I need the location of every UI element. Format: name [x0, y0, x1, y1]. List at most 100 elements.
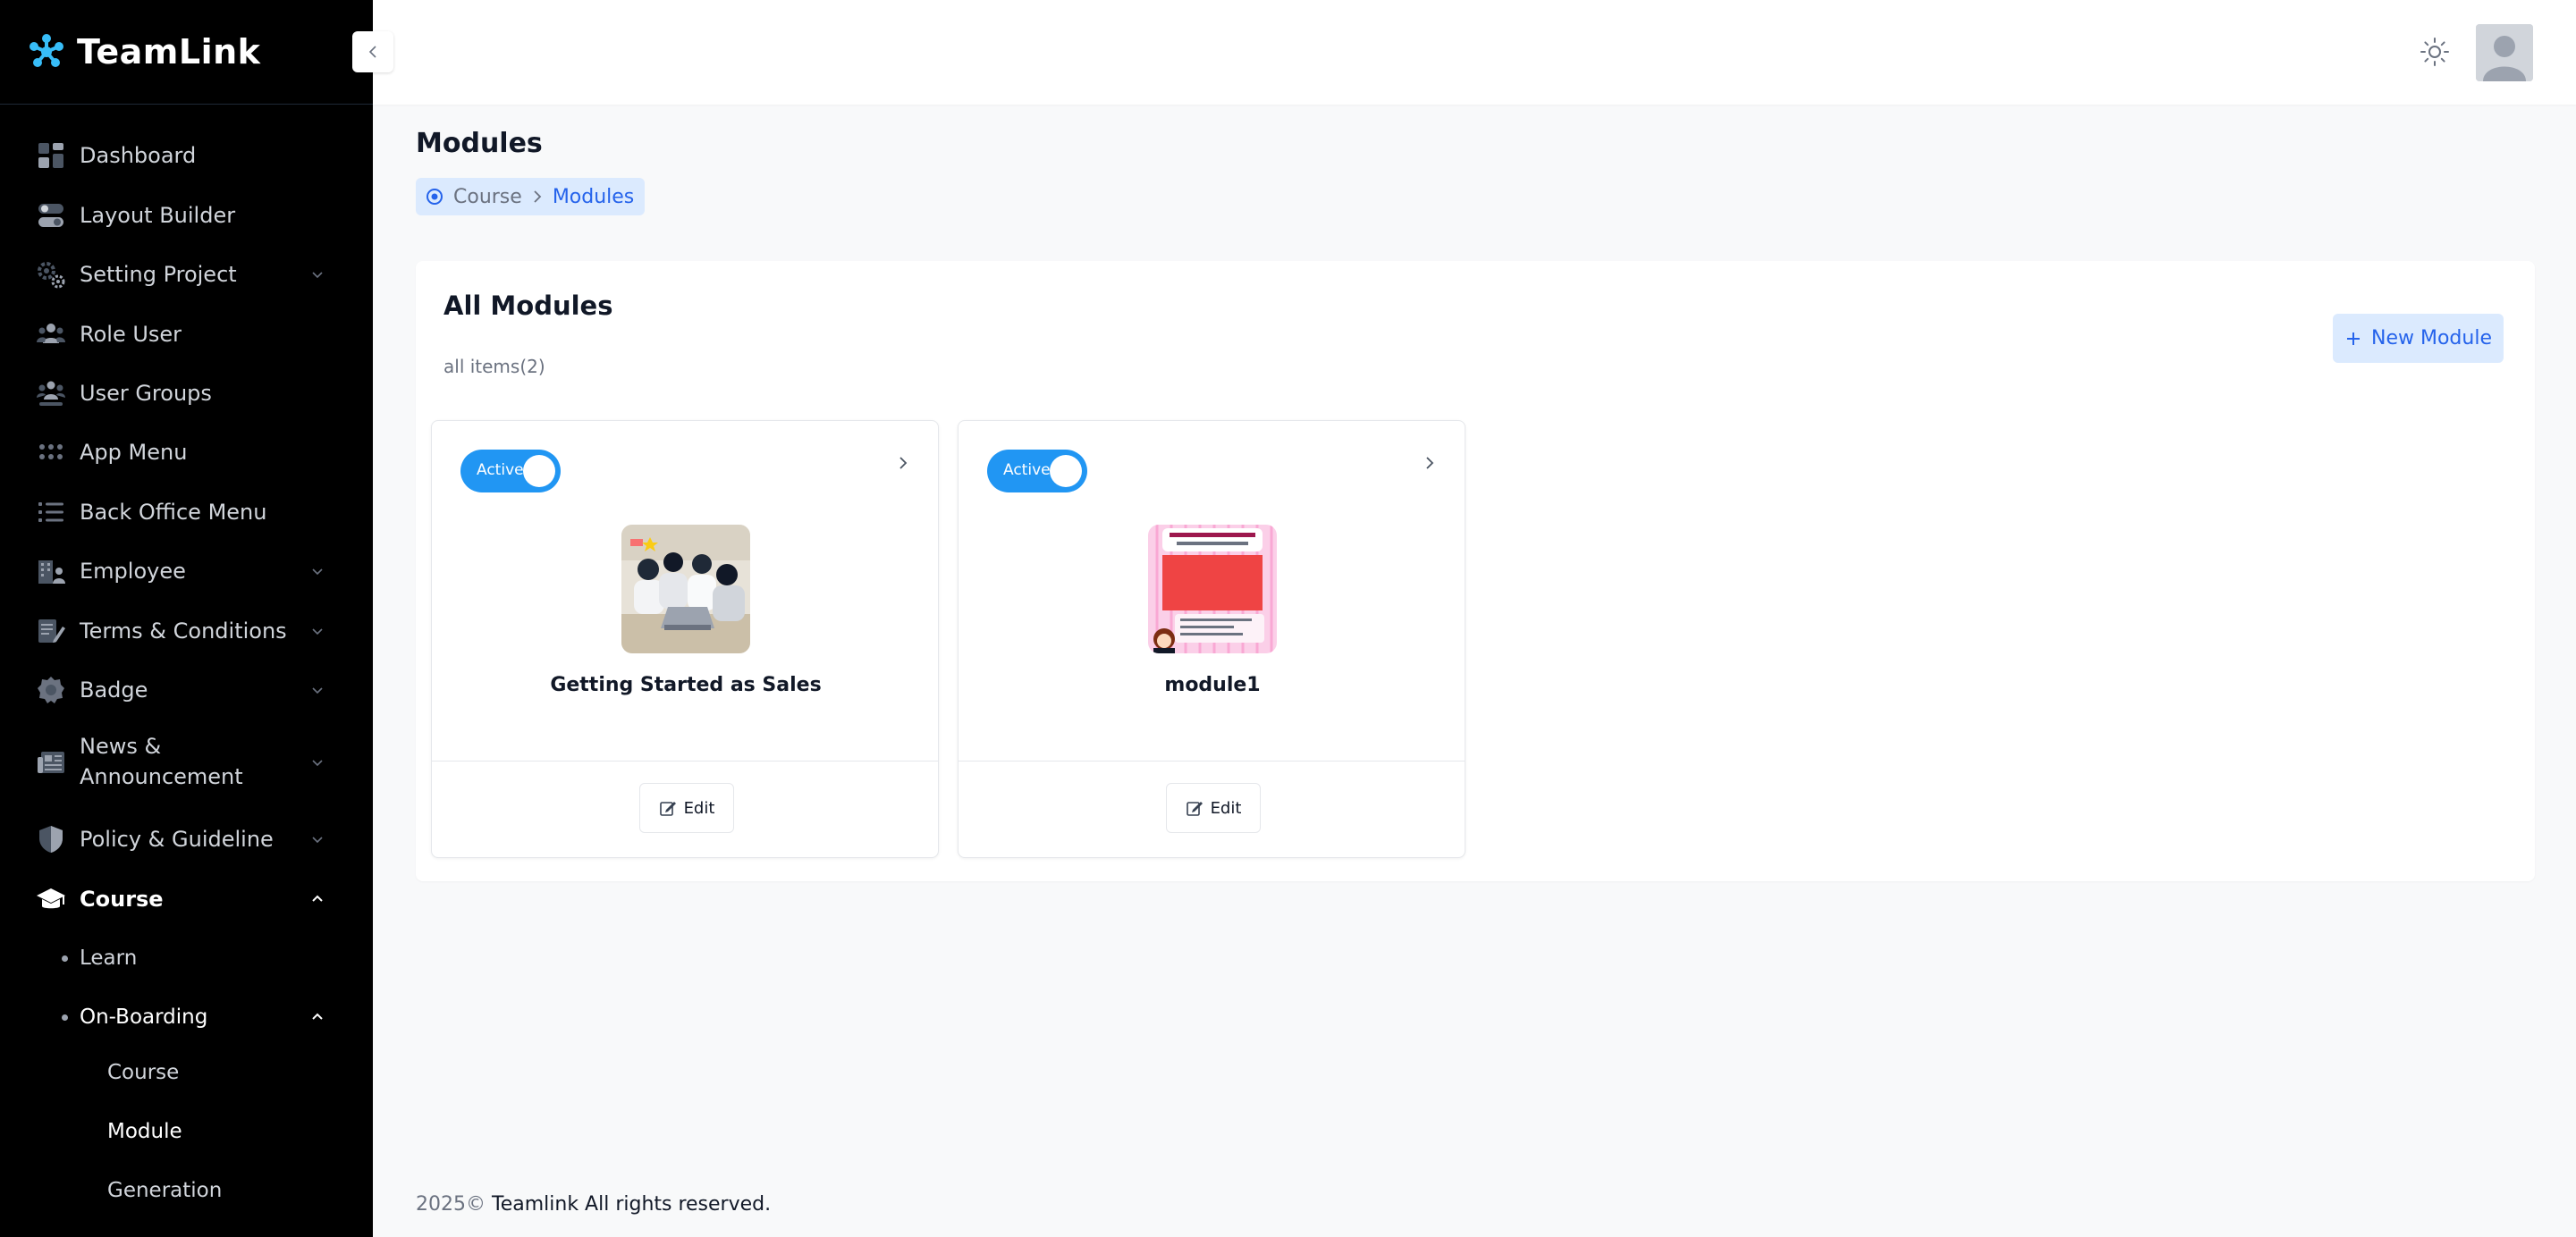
panel-title: All Modules	[443, 290, 613, 321]
sidebar-subsubitem-module[interactable]: Module	[0, 1105, 373, 1158]
sidebar-item-label: User Groups	[80, 381, 212, 406]
sidebar-item-news-announcement[interactable]: News & Announcement	[0, 722, 373, 803]
sidebar-item-label: Back Office Menu	[80, 500, 267, 525]
sidebar-item-label-line2: Announcement	[80, 764, 243, 789]
edit-button[interactable]: Edit	[1166, 783, 1261, 833]
module-card[interactable]: Active module1 Edit	[958, 420, 1465, 858]
team-photo-image	[621, 525, 750, 653]
edit-icon	[1186, 802, 1203, 816]
sidebar-item-label: Dashboard	[80, 143, 197, 168]
sidebar-item-label: App Menu	[80, 440, 188, 465]
module-title: module1	[1164, 674, 1261, 696]
breadcrumb-parent[interactable]: Course	[453, 186, 522, 208]
chevron-right-icon[interactable]	[894, 454, 912, 472]
page-title: Modules	[416, 128, 543, 159]
module-thumbnail	[621, 525, 750, 653]
chevron-down-icon	[312, 628, 323, 635]
bullet-dot	[62, 955, 68, 962]
sidebar-item-policy-guideline[interactable]: Policy & Guideline	[0, 812, 373, 866]
list-icon	[38, 502, 63, 522]
poster-image	[1148, 525, 1277, 653]
chevron-up-icon	[312, 895, 323, 902]
sidebar-item-label: News &	[80, 734, 162, 759]
toggle-knob	[1050, 455, 1082, 487]
toggle-icon	[38, 204, 63, 227]
status-toggle[interactable]: Active	[987, 450, 1087, 492]
top-header	[373, 0, 2576, 105]
grid-icon	[39, 444, 63, 459]
chevron-down-icon	[312, 687, 323, 694]
collapse-sidebar-button[interactable]	[352, 31, 393, 72]
status-toggle[interactable]: Active	[460, 450, 561, 492]
sidebar-subsubitem-course[interactable]: Course	[0, 1046, 373, 1099]
plus-icon	[2347, 332, 2360, 345]
users-icon	[37, 324, 65, 343]
footer-company: Teamlink All rights reserved.	[492, 1193, 772, 1216]
chevron-down-icon	[312, 272, 323, 279]
sidebar-subsubitem-generation[interactable]: Generation	[0, 1164, 373, 1217]
sidebar-subitem-label: Learn	[80, 947, 138, 970]
chevron-up-icon	[312, 1013, 323, 1020]
building-icon	[38, 560, 65, 584]
user-avatar[interactable]	[2476, 24, 2533, 81]
edit-label: Edit	[683, 798, 715, 818]
breadcrumb: Course Modules	[416, 178, 646, 215]
sidebar-item-user-groups[interactable]: User Groups	[0, 366, 373, 420]
sidebar-item-course[interactable]: Course	[0, 872, 373, 926]
module-thumbnail	[1148, 525, 1277, 653]
footer: 2025© Teamlink All rights reserved.	[416, 1193, 771, 1216]
bullet-dot	[62, 1014, 68, 1021]
sidebar: TeamLink Dashboard Layout Builder Settin…	[0, 0, 373, 1237]
target-icon	[427, 189, 443, 205]
chevron-right-icon	[534, 190, 542, 203]
sidebar-item-label: Employee	[80, 559, 186, 584]
sidebar-item-layout-builder[interactable]: Layout Builder	[0, 189, 373, 242]
edit-button[interactable]: Edit	[639, 783, 734, 833]
new-module-button[interactable]: New Module	[2333, 314, 2504, 363]
sidebar-subsubitem-label: Generation	[107, 1179, 223, 1202]
teamlink-logo-icon	[30, 34, 63, 67]
edit-icon	[659, 802, 676, 816]
shield-icon	[39, 826, 63, 853]
chevron-right-icon[interactable]	[1421, 454, 1439, 472]
sidebar-item-employee[interactable]: Employee	[0, 544, 373, 598]
sidebar-item-label: Terms & Conditions	[80, 618, 287, 644]
new-module-label: New Module	[2371, 327, 2492, 349]
sidebar-item-label: Role User	[80, 322, 182, 347]
sun-icon[interactable]	[2419, 36, 2451, 68]
newspaper-icon	[38, 752, 64, 773]
brand[interactable]: TeamLink	[0, 0, 373, 105]
module-title: Getting Started as Sales	[550, 674, 822, 696]
user-avatar-icon	[2476, 24, 2533, 81]
footer-year: 2025©	[416, 1193, 486, 1216]
sidebar-item-app-menu[interactable]: App Menu	[0, 425, 373, 479]
user-group-icon	[37, 381, 65, 406]
chevron-down-icon	[312, 760, 323, 767]
sidebar-item-label: Badge	[80, 677, 148, 703]
module-card[interactable]: Active Getting Started as Sales Edit	[431, 420, 939, 858]
sidebar-subsubitem-label: Module	[107, 1120, 182, 1143]
status-toggle-label: Active	[477, 461, 524, 479]
sidebar-subitem-on-boarding[interactable]: On-Boarding	[0, 990, 373, 1044]
chevron-left-icon	[368, 46, 376, 58]
gears-icon	[38, 262, 65, 289]
graduation-cap-icon	[37, 888, 65, 909]
sidebar-item-label: Course	[80, 887, 164, 912]
edit-label: Edit	[1210, 798, 1242, 818]
toggle-knob	[523, 455, 555, 487]
items-count: all items(2)	[443, 356, 545, 377]
breadcrumb-current: Modules	[552, 185, 635, 208]
sidebar-item-dashboard[interactable]: Dashboard	[0, 129, 373, 182]
chevron-down-icon	[312, 837, 323, 844]
divider	[432, 761, 938, 762]
sidebar-item-setting-project[interactable]: Setting Project	[0, 248, 373, 301]
sidebar-item-role-user[interactable]: Role User	[0, 307, 373, 361]
sidebar-item-badge[interactable]: Badge	[0, 663, 373, 717]
badge-icon	[38, 677, 64, 703]
sidebar-item-terms-conditions[interactable]: Terms & Conditions	[0, 604, 373, 658]
sidebar-item-back-office-menu[interactable]: Back Office Menu	[0, 485, 373, 539]
sidebar-subitem-learn[interactable]: Learn	[0, 931, 373, 985]
contract-icon	[38, 619, 65, 643]
status-toggle-label: Active	[1003, 461, 1051, 479]
dashboard-icon	[38, 143, 63, 168]
